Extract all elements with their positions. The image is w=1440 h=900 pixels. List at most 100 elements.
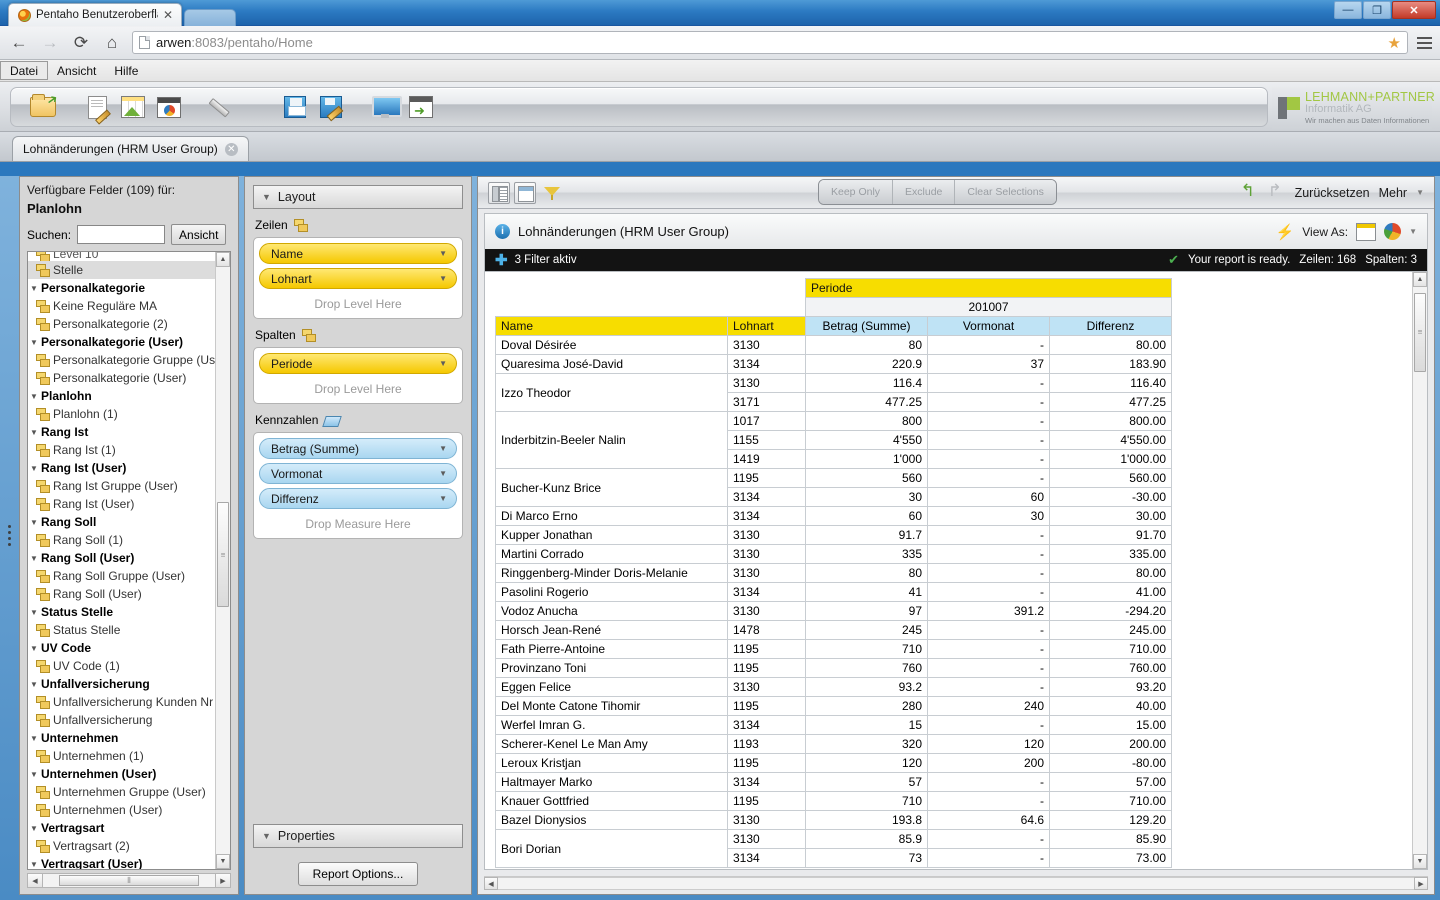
info-icon[interactable]: i	[495, 224, 510, 239]
cell-name[interactable]: Vodoz Anucha	[495, 601, 728, 621]
field-tree-item[interactable]: Rang Ist (User)	[28, 495, 215, 513]
cell-lohnart[interactable]: 3130	[727, 563, 806, 583]
new-chart-button[interactable]	[115, 90, 151, 124]
cell-betrag[interactable]: 60	[805, 506, 928, 526]
cell-differenz[interactable]: 800.00	[1049, 411, 1172, 431]
table-row[interactable]: Vodoz Anucha 3130 97 391.2 -294.20	[495, 601, 1172, 621]
cell-lohnart[interactable]: 1193	[727, 734, 806, 754]
new-analysis-button[interactable]	[151, 90, 187, 124]
measure-pill-vormonat[interactable]: Vormonat ▼	[259, 463, 457, 484]
cell-name[interactable]: Kupper Jonathan	[495, 525, 728, 545]
cell-betrag[interactable]: 97	[805, 601, 928, 621]
scroll-thumb-horizontal[interactable]	[59, 875, 199, 886]
cell-lohnart[interactable]: 1195	[727, 658, 806, 678]
cell-lohnart[interactable]: 1195	[727, 753, 806, 773]
toggle-layout-panel-button[interactable]	[514, 181, 536, 204]
chevron-down-icon[interactable]: ▼	[1409, 227, 1417, 236]
cell-name[interactable]: Inderbitzin-Beeler Nalin	[495, 411, 728, 469]
cell-name[interactable]: Di Marco Erno	[495, 506, 728, 526]
table-row[interactable]: Eggen Felice 3130 93.2-93.20	[495, 677, 1172, 697]
table-row[interactable]: Horsch Jean-René 1478 245-245.00	[495, 620, 1172, 640]
chevron-down-icon[interactable]: ▼	[439, 469, 447, 478]
close-icon[interactable]: ✕	[163, 9, 173, 21]
cell-lohnart[interactable]: 1155	[727, 430, 806, 450]
browser-menu-icon[interactable]	[1417, 36, 1432, 49]
cell-betrag[interactable]: 245	[805, 620, 928, 640]
window-close-button[interactable]: ✕	[1392, 1, 1436, 19]
report-horizontal-scrollbar[interactable]: ◀ ▶	[484, 876, 1428, 890]
lightning-bolt-icon[interactable]: ⚡	[1276, 223, 1295, 241]
edit-button[interactable]	[205, 90, 241, 124]
browser-tab[interactable]: Pentaho Benutzeroberfläc ✕	[8, 3, 183, 26]
chevron-down-icon[interactable]: ▼	[1416, 188, 1424, 197]
cell-lohnart[interactable]: 3130	[727, 335, 806, 355]
cell-betrag[interactable]: 477.25	[805, 392, 928, 412]
keep-only-button[interactable]: Keep Only	[819, 180, 894, 204]
scroll-down-icon[interactable]: ▼	[216, 854, 230, 869]
scroll-up-icon[interactable]: ▲	[1413, 272, 1427, 287]
cell-betrag[interactable]: 280	[805, 696, 928, 716]
field-tree-item[interactable]: Rang Soll (1)	[28, 531, 215, 549]
cell-differenz[interactable]: 30.00	[1049, 506, 1172, 526]
cell-differenz[interactable]: 477.25	[1049, 392, 1172, 412]
cell-betrag[interactable]: 57	[805, 772, 928, 792]
cell-differenz[interactable]: 129.20	[1049, 810, 1172, 830]
cell-vormonat[interactable]: 200	[927, 753, 1050, 773]
field-tree-group[interactable]: ▼ Rang Ist (User)	[28, 459, 215, 477]
layout-section-header[interactable]: ▼ Layout	[253, 185, 463, 209]
table-row[interactable]: Inderbitzin-Beeler Nalin 1017 800-800.00	[495, 411, 1172, 469]
cell-name[interactable]: Quaresima José-David	[495, 354, 728, 374]
cell-differenz[interactable]: 245.00	[1049, 620, 1172, 640]
cell-differenz[interactable]: 40.00	[1049, 696, 1172, 716]
cell-lohnart[interactable]: 3130	[727, 829, 806, 849]
back-icon[interactable]: ←	[8, 32, 30, 54]
cell-betrag[interactable]: 335	[805, 544, 928, 564]
save-button[interactable]	[277, 90, 313, 124]
cell-differenz[interactable]: 335.00	[1049, 544, 1172, 564]
cell-lohnart[interactable]: 3130	[727, 525, 806, 545]
cell-betrag[interactable]: 710	[805, 791, 928, 811]
menu-datei[interactable]: Datei	[0, 61, 49, 80]
chevron-down-icon[interactable]: ▼	[30, 644, 41, 653]
cell-lohnart[interactable]: 3134	[727, 506, 806, 526]
cell-vormonat[interactable]: -	[927, 677, 1050, 697]
new-document-button[interactable]	[79, 90, 115, 124]
chevron-down-icon[interactable]: ▼	[30, 392, 41, 401]
exclude-button[interactable]: Exclude	[893, 180, 956, 204]
cell-differenz[interactable]: 80.00	[1049, 563, 1172, 583]
reset-button[interactable]: Zurücksetzen	[1295, 186, 1370, 200]
scroll-track[interactable]	[1413, 287, 1427, 854]
cell-name[interactable]: Haltmayer Marko	[495, 772, 728, 792]
field-tree-group[interactable]: ▼ Rang Soll	[28, 513, 215, 531]
scroll-thumb[interactable]	[1414, 292, 1426, 373]
cell-lohnart[interactable]: 3134	[727, 848, 806, 868]
measure-pill-betrag[interactable]: Betrag (Summe) ▼	[259, 438, 457, 459]
open-folder-button[interactable]	[25, 90, 61, 124]
cell-name[interactable]: Fath Pierre-Antoine	[495, 639, 728, 659]
cell-lohnart[interactable]: 3130	[727, 810, 806, 830]
cell-betrag[interactable]: 85.9	[805, 829, 928, 849]
cell-vormonat[interactable]: 120	[927, 734, 1050, 754]
cell-differenz[interactable]: 93.20	[1049, 677, 1172, 697]
scroll-track-horizontal[interactable]	[43, 874, 215, 887]
table-row[interactable]: Izzo Theodor 3130 116.4-116.40	[495, 373, 1172, 412]
cell-vormonat[interactable]: 240	[927, 696, 1050, 716]
cell-name[interactable]: Eggen Felice	[495, 677, 728, 697]
chevron-down-icon[interactable]: ▼	[30, 428, 41, 437]
clear-selections-button[interactable]: Clear Selections	[955, 180, 1056, 204]
close-icon[interactable]: ✕	[224, 142, 238, 156]
table-row[interactable]: Di Marco Erno 3134 60 30 30.00	[495, 506, 1172, 526]
scroll-up-icon[interactable]: ▲	[216, 252, 230, 267]
add-filter-icon[interactable]: ✚	[495, 251, 508, 269]
field-tree[interactable]: Level 10 Stelle ▼ Personalkategorie Keine Re…	[27, 251, 231, 870]
cell-betrag[interactable]: 800	[805, 411, 928, 431]
field-tree-item[interactable]: Rang Ist (1)	[28, 441, 215, 459]
field-tree-item[interactable]: Vertragsart (2)	[28, 837, 215, 855]
home-icon[interactable]: ⌂	[101, 32, 123, 54]
chevron-down-icon[interactable]: ▼	[30, 464, 41, 473]
field-tree-group[interactable]: ▼ Status Stelle	[28, 603, 215, 621]
cell-betrag[interactable]: 710	[805, 639, 928, 659]
save-as-button[interactable]	[313, 90, 349, 124]
cell-vormonat[interactable]: -	[927, 411, 1050, 431]
cell-betrag[interactable]: 220.9	[805, 354, 928, 374]
